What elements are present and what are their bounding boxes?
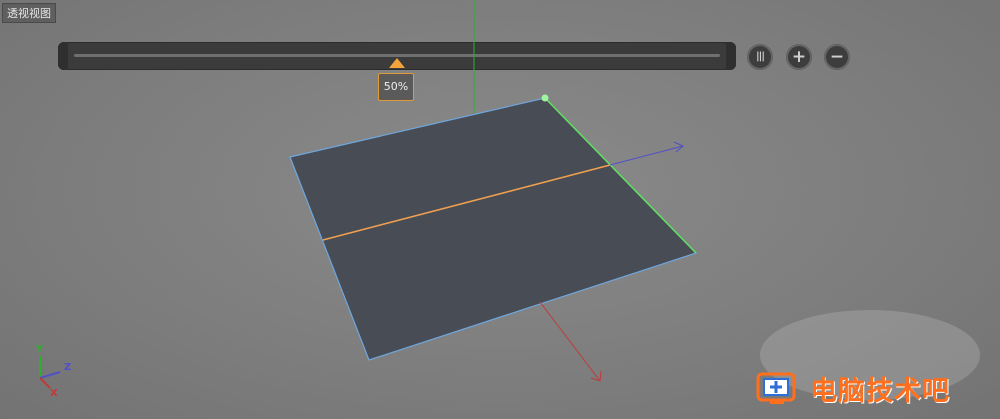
watermark: 电脑技术吧 — [754, 368, 950, 408]
watermark-text: 电脑技术吧 — [810, 375, 950, 407]
computer-plus-logo — [756, 372, 796, 404]
selected-vertex[interactable] — [541, 94, 549, 102]
axis-y-label: Y — [36, 344, 44, 355]
axis-gizmo: Y Z X — [26, 342, 86, 402]
3d-scene[interactable] — [0, 0, 1000, 419]
plane-face[interactable] — [289, 97, 698, 361]
axis-x-label: X — [50, 388, 58, 399]
z-axis-line — [609, 145, 684, 166]
x-axis-line — [539, 301, 601, 382]
axis-z-label: Z — [64, 362, 72, 373]
